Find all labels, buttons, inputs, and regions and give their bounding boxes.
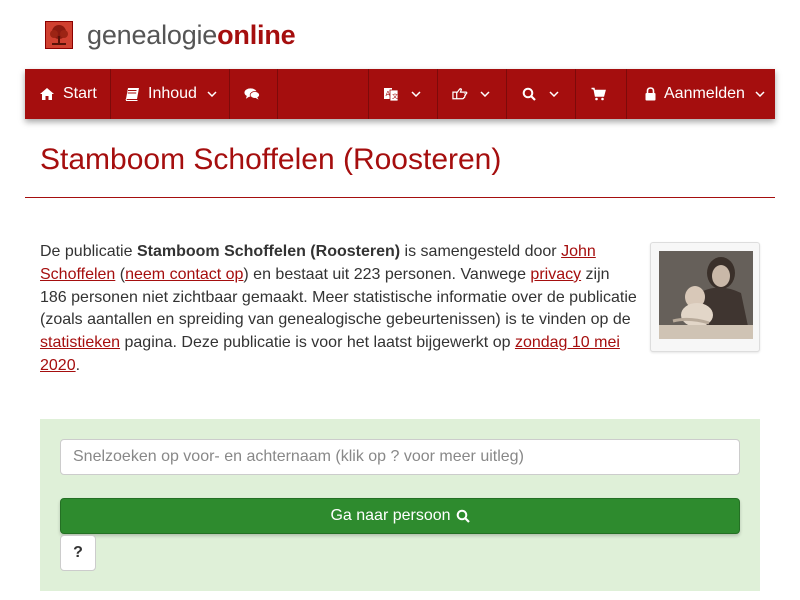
site-name: genealogieonline [87, 19, 296, 51]
hand-pointer-icon [452, 86, 468, 102]
chevron-down-icon [207, 91, 217, 97]
cart-icon [590, 86, 606, 102]
publication-photo[interactable] [650, 242, 760, 352]
statistics-link[interactable]: statistieken [40, 334, 120, 351]
site-name-bold: online [217, 20, 296, 50]
book-icon [125, 86, 140, 102]
site-name-light: genealogie [87, 20, 218, 50]
intro-text: is samengesteld door [400, 243, 562, 260]
search-icon [521, 86, 537, 102]
comments-icon [244, 86, 260, 102]
go-to-person-label: Ga naar persoon [330, 507, 451, 524]
intro-text: ( [115, 265, 126, 283]
page-title: Stamboom Schoffelen (Roosteren) [40, 143, 502, 176]
nav-start[interactable]: Start [25, 69, 111, 119]
title-divider [25, 197, 775, 198]
site-logo[interactable]: genealogieonline [45, 18, 296, 52]
chevron-down-icon [549, 91, 559, 97]
nav-cart[interactable] [576, 69, 627, 119]
privacy-link[interactable]: privacy [530, 266, 581, 283]
intro-text: pagina. Deze publicatie is voor het laat… [120, 334, 515, 352]
lock-icon [645, 86, 656, 102]
nav-search[interactable] [507, 69, 576, 119]
home-icon [39, 86, 55, 102]
nav-aanmelden[interactable]: Aanmelden [627, 69, 775, 119]
search-icon [456, 509, 470, 523]
nav-inhoud-label: Inhoud [148, 85, 197, 102]
nav-forum[interactable] [230, 69, 278, 119]
chevron-down-icon [480, 91, 490, 97]
nav-share[interactable] [438, 69, 507, 119]
language-icon: A文 [383, 86, 399, 102]
intro-text: ) en bestaat uit 223 personen. Vanwege [243, 265, 531, 283]
chevron-down-icon [755, 91, 765, 97]
intro-text: De publicatie [40, 243, 137, 260]
svg-text:文: 文 [392, 92, 398, 100]
nav-inhoud[interactable]: Inhoud [111, 69, 230, 119]
publication-intro: De publicatie Stamboom Schoffelen (Roost… [40, 241, 640, 378]
intro-text: . [75, 356, 81, 374]
nav-start-label: Start [63, 85, 97, 102]
publication-name: Stamboom Schoffelen (Roosteren) [136, 243, 401, 260]
svg-text:A: A [386, 90, 391, 98]
main-navbar: Start Inhoud A文 Aanmelden [25, 69, 775, 119]
tree-icon [45, 21, 73, 49]
chevron-down-icon [411, 91, 421, 97]
family-photo [659, 251, 753, 339]
search-help-button[interactable]: ? [60, 535, 96, 571]
quick-search-input[interactable] [60, 439, 740, 475]
quick-search-panel: Ga naar persoon ? [40, 419, 760, 591]
nav-language[interactable]: A文 [368, 69, 438, 119]
go-to-person-button[interactable]: Ga naar persoon [60, 498, 740, 534]
contact-link[interactable]: neem contact op [125, 266, 243, 283]
nav-aanmelden-label: Aanmelden [664, 85, 745, 102]
